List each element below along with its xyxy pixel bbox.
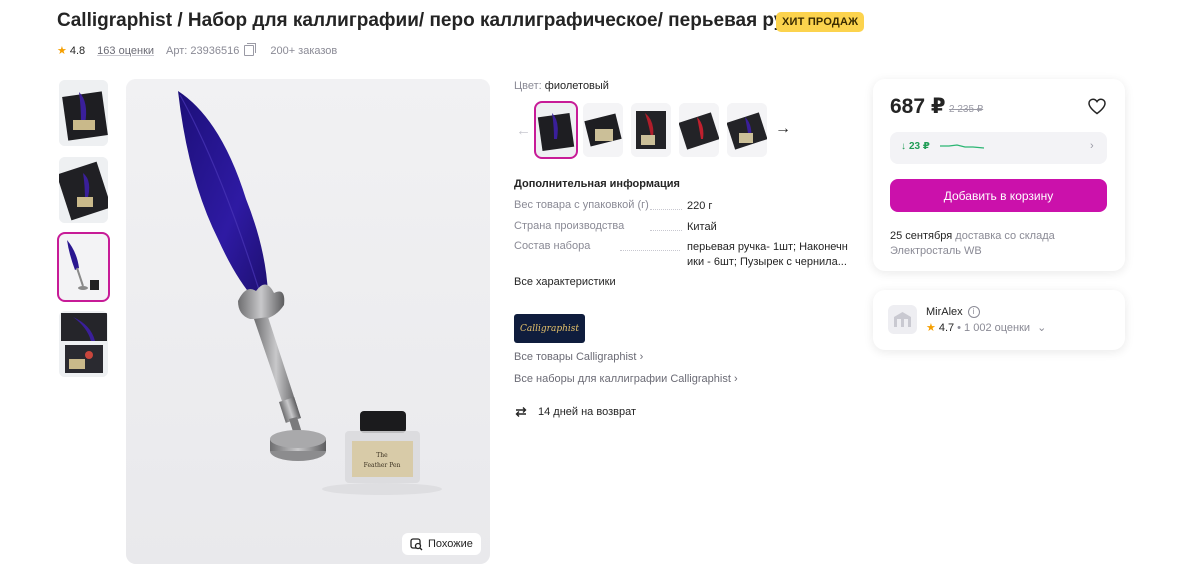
svg-text:The: The — [376, 452, 388, 459]
warehouse: Электросталь WB — [890, 245, 982, 257]
seller-reviews: 1 002 оценки — [964, 321, 1031, 334]
spec-value: Китай — [687, 221, 717, 233]
chevron-right-icon: › — [733, 373, 738, 385]
chevron-down-icon[interactable]: ⌄ — [1037, 321, 1046, 334]
similar-button[interactable]: Похожие — [402, 533, 481, 555]
color-label: Цвет: фиолетовый — [514, 80, 609, 92]
color-next-arrow-icon[interactable]: → — [775, 120, 791, 138]
delivery-info: 25 сентября доставка со склада Электрост… — [890, 229, 1090, 259]
all-brand-goods-label: Все товары Calligraphist — [514, 351, 637, 363]
gallery-thumb-4[interactable] — [59, 311, 108, 377]
color-option-4[interactable] — [679, 103, 719, 157]
separator-dot: • — [957, 321, 962, 334]
current-price: 687 ₽ — [890, 95, 946, 118]
color-option-1[interactable] — [534, 101, 578, 159]
product-meta: ★ 4.8 163 оценки Арт: 23936516 200+ зака… — [57, 43, 338, 57]
spec-value: 220 г — [687, 200, 713, 212]
gallery-thumb-3[interactable] — [57, 232, 110, 302]
color-option-5[interactable] — [727, 103, 767, 157]
color-value: фиолетовый — [544, 80, 609, 92]
price-trend-value: 23 ₽ — [909, 141, 930, 152]
chevron-right-icon: › — [1090, 140, 1094, 152]
gallery-thumb-2[interactable] — [59, 157, 108, 223]
brand-logo[interactable]: Calligraphist — [514, 314, 585, 343]
star-icon: ★ — [57, 45, 67, 57]
all-brand-sets-link[interactable]: Все наборы для каллиграфии Calligraphist… — [514, 373, 738, 385]
similar-search-icon — [410, 537, 423, 550]
svg-text:Feather Pen: Feather Pen — [364, 462, 401, 469]
spec-value-continued: ики - 6шт; Пузырек с чернила... — [687, 256, 847, 268]
price-trend: ↓ 23 ₽ — [901, 141, 985, 152]
delivery-text: доставка со склада — [955, 230, 1055, 242]
delivery-date: 25 сентября — [890, 230, 953, 242]
all-brand-sets-label: Все наборы для каллиграфии Calligraphist — [514, 373, 731, 385]
color-option-3[interactable] — [631, 103, 671, 157]
seller-rating: 4.7 — [938, 321, 955, 334]
article-number: Арт: 23936516 — [166, 44, 240, 57]
old-price: 2 235 ₽ — [949, 104, 984, 115]
spec-dots — [650, 209, 682, 210]
star-icon: ★ — [926, 322, 936, 334]
copy-icon[interactable] — [244, 43, 257, 56]
product-title: Calligraphist / Набор для каллиграфии/ п… — [57, 10, 816, 31]
specs-heading: Дополнительная информация — [514, 178, 680, 190]
return-policy: 14 дней на возврат — [514, 405, 636, 419]
seller-name-row: MirAlex i — [926, 306, 980, 318]
color-prev-arrow-icon[interactable]: ← — [516, 122, 531, 139]
trend-sparkline-icon — [939, 143, 984, 149]
color-option-2[interactable] — [583, 103, 623, 157]
spec-dots — [620, 250, 680, 251]
all-brand-goods-link[interactable]: Все товары Calligraphist › — [514, 351, 643, 363]
arrow-down-icon: ↓ — [901, 141, 906, 152]
heart-icon[interactable] — [1088, 98, 1106, 120]
add-to-cart-button[interactable]: Добавить в корзину — [890, 179, 1107, 212]
gallery-thumb-1[interactable] — [59, 80, 108, 146]
info-icon[interactable]: i — [967, 306, 980, 318]
seller-name[interactable]: MirAlex — [926, 306, 963, 318]
orders-count: 200+ заказов — [270, 44, 338, 57]
bestseller-badge: ХИТ ПРОДАЖ — [776, 12, 865, 32]
seller-meta: ★ 4.7 • 1 002 оценки ⌄ — [926, 321, 1046, 335]
similar-label: Похожие — [428, 538, 473, 550]
product-rating: 4.8 — [69, 44, 86, 57]
return-arrows-icon — [515, 407, 527, 417]
seller-avatar — [888, 305, 917, 334]
chevron-right-icon: › — [639, 351, 644, 363]
return-label: 14 дней на возврат — [538, 406, 636, 418]
reviews-link[interactable]: 163 оценки — [97, 45, 154, 57]
main-product-image[interactable]: The Feather Pen — [126, 79, 490, 564]
spec-name: Вес товара с упаковкой (г) — [514, 199, 649, 211]
spec-name: Страна производства — [514, 220, 625, 232]
all-characteristics-link[interactable]: Все характеристики — [514, 276, 616, 288]
spec-name: Состав набора — [514, 240, 591, 252]
spec-dots — [650, 230, 682, 231]
spec-value: перьевая ручка- 1шт; Наконечн — [687, 241, 848, 253]
